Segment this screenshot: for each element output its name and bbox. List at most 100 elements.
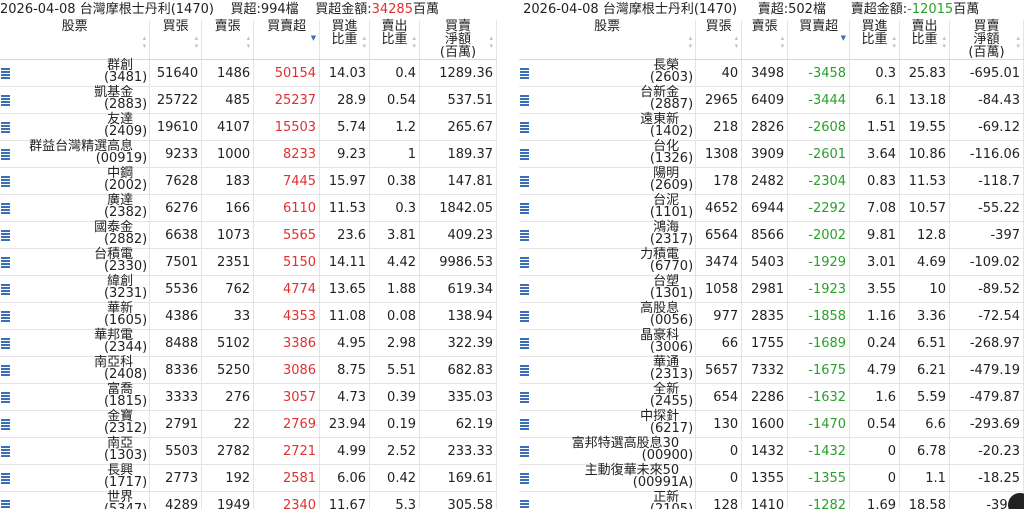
- stock-cell[interactable]: 台積電 (2330): [0, 248, 151, 276]
- stock-name[interactable]: 華新 (1605): [104, 302, 147, 327]
- table-row[interactable]: 華邦電 (2344) 8488 5102 3386 4.95 2.98 322.39: [0, 329, 497, 357]
- stock-name[interactable]: 群益台灣精選高息 (00919): [29, 140, 147, 165]
- header-stock[interactable]: 股票 ▴ ▾: [519, 20, 697, 60]
- list-icon[interactable]: [1, 176, 10, 188]
- stock-name[interactable]: 富邦特選高股息30 (00900): [572, 437, 694, 462]
- header-buy-pct[interactable]: 買進 比重 ▴ ▾: [319, 20, 371, 60]
- list-icon[interactable]: [520, 419, 529, 431]
- table-row[interactable]: 台新金 (2887) 2965 6409 -3444 6.1 13.18 -84.43: [519, 86, 1024, 114]
- list-icon[interactable]: [1, 365, 10, 377]
- table-row[interactable]: 台泥 (1101) 4652 6944 -2292 7.08 10.57 -55.22: [519, 194, 1024, 222]
- sort-arrows-icon[interactable]: ▴ ▾: [781, 34, 785, 50]
- stock-cell[interactable]: 南亞科 (2408): [0, 356, 151, 384]
- sort-arrows-icon[interactable]: ▴ ▾: [247, 34, 251, 50]
- stock-name[interactable]: 長興 (1717): [104, 464, 147, 489]
- table-row[interactable]: 富邦特選高股息30 (00900) 0 1432 -1432 0 6.78 -20.23: [519, 437, 1024, 465]
- list-icon[interactable]: [520, 149, 529, 161]
- table-row[interactable]: 台化 (1326) 1308 3909 -2601 3.64 10.86 -116.06: [519, 140, 1024, 168]
- header-sell[interactable]: 賣張 ▴ ▾: [201, 20, 255, 60]
- table-row[interactable]: 凱基金 (2883) 25722 485 25237 28.9 0.54 537.51: [0, 86, 497, 114]
- stock-name[interactable]: 全新 (2455): [650, 383, 693, 408]
- sort-arrows-icon[interactable]: ▴ ▾: [195, 34, 199, 50]
- stock-name[interactable]: 廣達 (2382): [104, 194, 147, 219]
- list-icon[interactable]: [520, 122, 529, 134]
- stock-cell[interactable]: 鴻海 (2317): [519, 221, 697, 249]
- stock-name[interactable]: 華通 (2313): [650, 356, 693, 381]
- table-row[interactable]: 中探針 (6217) 130 1600 -1470 0.54 6.6 -293.69: [519, 410, 1024, 438]
- stock-cell[interactable]: 金寶 (2312): [0, 410, 151, 438]
- list-icon[interactable]: [1, 122, 10, 134]
- stock-cell[interactable]: 長榮 (2603): [519, 59, 697, 87]
- table-row[interactable]: 台塑 (1301) 1058 2981 -1923 3.55 10 -89.52: [519, 275, 1024, 303]
- stock-name[interactable]: 台化 (1326): [650, 140, 693, 165]
- table-row[interactable]: 高股息 (0056) 977 2835 -1858 1.16 3.36 -72.54: [519, 302, 1024, 330]
- stock-cell[interactable]: 凱基金 (2883): [0, 86, 151, 114]
- stock-cell[interactable]: 富邦特選高股息30 (00900): [519, 437, 697, 465]
- stock-cell[interactable]: 長興 (1717): [0, 464, 151, 492]
- sort-arrows-icon[interactable]: ▴ ▾: [942, 34, 946, 50]
- list-icon[interactable]: [1, 95, 10, 107]
- table-row[interactable]: 正新(2105)1281410-12821.6918.58-39.0: [519, 491, 1024, 509]
- header-sell-pct[interactable]: 賣出 比重 ▴ ▾: [369, 20, 420, 60]
- sort-arrows-icon[interactable]: ▴ ▾: [689, 34, 693, 50]
- list-icon[interactable]: [520, 473, 529, 485]
- stock-name[interactable]: 金寶 (2312): [104, 410, 147, 435]
- stock-cell[interactable]: 台塑 (1301): [519, 275, 697, 303]
- stock-name[interactable]: 遠東新 (1402): [640, 113, 693, 138]
- stock-name[interactable]: 華邦電 (2344): [94, 329, 147, 354]
- stock-name[interactable]: 緯創 (3231): [104, 275, 147, 300]
- stock-cell[interactable]: 陽明 (2609): [519, 167, 697, 195]
- stock-cell[interactable]: 華邦電 (2344): [0, 329, 151, 357]
- stock-cell[interactable]: 正新(2105): [519, 491, 697, 509]
- list-icon[interactable]: [1, 230, 10, 242]
- list-icon[interactable]: [1, 419, 10, 431]
- stock-name[interactable]: 正新(2105): [650, 491, 693, 509]
- header-sell[interactable]: 賣張 ▴ ▾: [741, 20, 789, 60]
- list-icon[interactable]: [520, 500, 529, 509]
- header-amount[interactable]: 買賣 淨額 (百萬) ▴ ▾: [949, 20, 1024, 60]
- list-icon[interactable]: [520, 203, 529, 215]
- table-row[interactable]: 遠東新 (1402) 218 2826 -2608 1.51 19.55 -69.12: [519, 113, 1024, 141]
- stock-name[interactable]: 南亞科 (2408): [94, 356, 147, 381]
- stock-cell[interactable]: 廣達 (2382): [0, 194, 151, 222]
- table-row[interactable]: 主動復華未來50 (00991A) 0 1355 -1355 0 1.1 -18.25: [519, 464, 1024, 492]
- header-buy[interactable]: 買張 ▴ ▾: [149, 20, 203, 60]
- table-row[interactable]: 世界(5347)42891949234011.675.3305.58: [0, 491, 497, 509]
- list-icon[interactable]: [1, 203, 10, 215]
- sort-arrows-icon[interactable]: ▴ ▾: [143, 34, 147, 50]
- sort-arrows-icon[interactable]: ▴ ▾: [892, 34, 896, 50]
- stock-cell[interactable]: 力積電 (6770): [519, 248, 697, 276]
- stock-cell[interactable]: 高股息 (0056): [519, 302, 697, 330]
- table-row[interactable]: 金寶 (2312) 2791 22 2769 23.94 0.19 62.19: [0, 410, 497, 438]
- table-row[interactable]: 群益台灣精選高息 (00919) 9233 1000 8233 9.23 1 189.37: [0, 140, 497, 168]
- table-row[interactable]: 華新 (1605) 4386 33 4353 11.08 0.08 138.94: [0, 302, 497, 330]
- stock-cell[interactable]: 華新 (1605): [0, 302, 151, 330]
- stock-name[interactable]: 富喬 (1815): [104, 383, 147, 408]
- table-row[interactable]: 國泰金 (2882) 6638 1073 5565 23.6 3.81 409.23: [0, 221, 497, 249]
- table-row[interactable]: 台積電 (2330) 7501 2351 5150 14.11 4.42 9986.53: [0, 248, 497, 276]
- stock-name[interactable]: 中探針 (6217): [640, 410, 693, 435]
- list-icon[interactable]: [520, 95, 529, 107]
- stock-cell[interactable]: 富喬 (1815): [0, 383, 151, 411]
- stock-name[interactable]: 台積電 (2330): [94, 248, 147, 273]
- stock-name[interactable]: 台新金 (2887): [640, 86, 693, 111]
- table-row[interactable]: 鴻海 (2317) 6564 8566 -2002 9.81 12.8 -397: [519, 221, 1024, 249]
- list-icon[interactable]: [520, 365, 529, 377]
- list-icon[interactable]: [1, 257, 10, 269]
- list-icon[interactable]: [1, 68, 10, 80]
- stock-cell[interactable]: 世界(5347): [0, 491, 151, 509]
- list-icon[interactable]: [520, 284, 529, 296]
- sort-arrows-icon[interactable]: ▴ ▾: [489, 34, 493, 50]
- sort-arrows-icon[interactable]: ▴ ▾: [363, 34, 367, 50]
- list-icon[interactable]: [520, 230, 529, 242]
- sort-desc-icon[interactable]: ▼: [311, 34, 316, 42]
- stock-cell[interactable]: 群益台灣精選高息 (00919): [0, 140, 151, 168]
- stock-name[interactable]: 力積電 (6770): [640, 248, 693, 273]
- header-sell-pct[interactable]: 賣出 比重 ▴ ▾: [899, 20, 950, 60]
- table-row[interactable]: 力積電 (6770) 3474 5403 -1929 3.01 4.69 -109.02: [519, 248, 1024, 276]
- table-row[interactable]: 長興 (1717) 2773 192 2581 6.06 0.42 169.61: [0, 464, 497, 492]
- list-icon[interactable]: [1, 311, 10, 323]
- stock-name[interactable]: 凱基金 (2883): [94, 86, 147, 111]
- stock-cell[interactable]: 緯創 (3231): [0, 275, 151, 303]
- list-icon[interactable]: [520, 311, 529, 323]
